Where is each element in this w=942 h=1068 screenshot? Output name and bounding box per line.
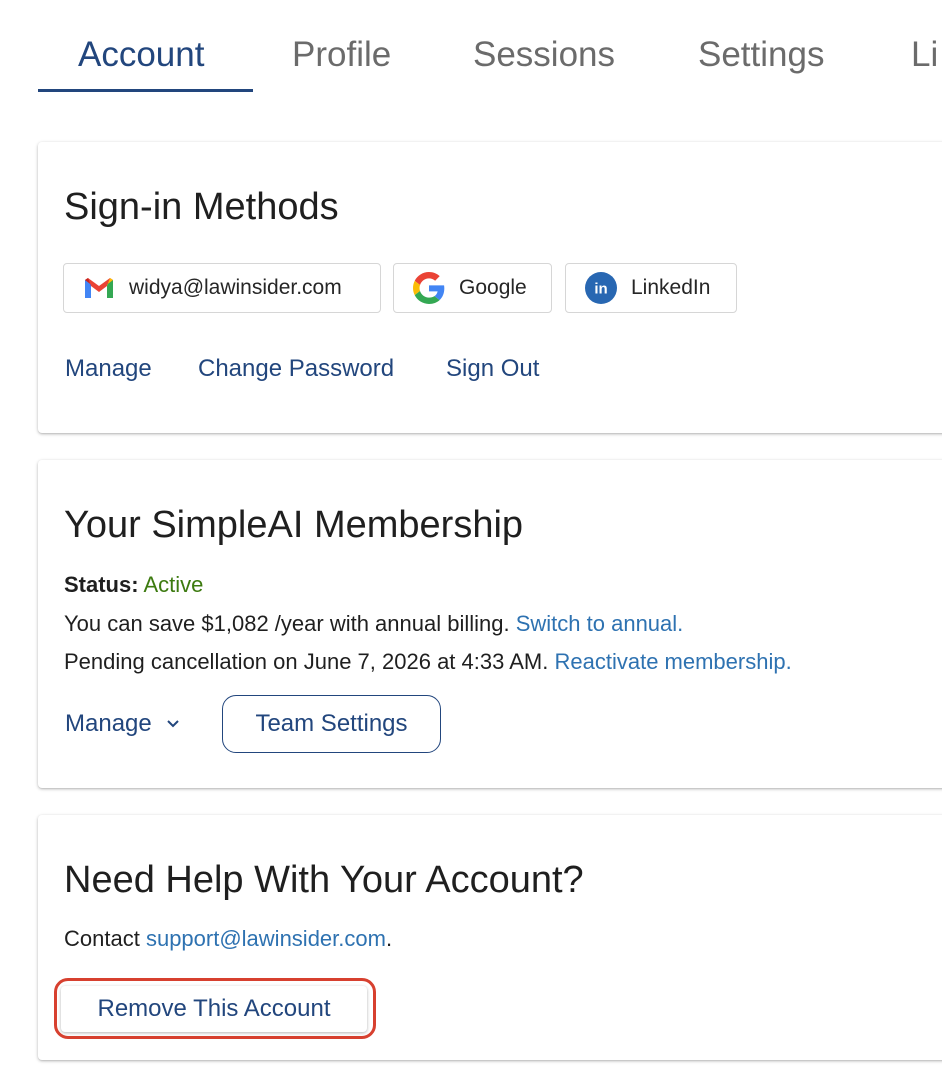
linkedin-icon: in — [584, 271, 618, 305]
change-password-link[interactable]: Change Password — [198, 354, 394, 384]
linkedin-method-label: LinkedIn — [631, 276, 711, 299]
remove-account-button[interactable]: Remove This Account — [61, 986, 367, 1032]
gmail-method-chip[interactable]: widya@lawinsider.com — [63, 263, 381, 313]
membership-card: Your SimpleAI Membership Status: Active … — [38, 460, 942, 788]
gmail-method-label: widya@lawinsider.com — [129, 276, 342, 299]
sign-out-link[interactable]: Sign Out — [446, 354, 539, 384]
status-badge: Active — [143, 572, 204, 597]
manage-membership-dropdown[interactable]: Manage — [65, 709, 180, 739]
pending-cancellation-text: Pending cancellation on June 7, 2026 at … — [64, 649, 549, 674]
google-method-chip[interactable]: Google — [393, 263, 552, 313]
tab-profile[interactable]: Profile — [292, 32, 391, 78]
sign-in-methods-card: Sign-in Methods widya@lawinsider.com Goo… — [38, 142, 942, 433]
gmail-icon — [82, 271, 116, 305]
status-label: Status: — [64, 572, 139, 597]
account-help-title: Need Help With Your Account? — [64, 859, 584, 901]
manage-membership-label: Manage — [65, 710, 152, 737]
reactivate-membership-link[interactable]: Reactivate membership. — [554, 649, 791, 674]
contact-suffix: . — [385, 926, 393, 951]
tab-li[interactable]: Li — [911, 32, 938, 78]
contact-prefix: Contact — [64, 926, 140, 951]
annual-savings-line: You can save $1,082 /year with annual bi… — [64, 610, 683, 638]
chevron-down-icon — [166, 719, 180, 729]
tab-sessions[interactable]: Sessions — [473, 32, 615, 78]
team-settings-button[interactable]: Team Settings — [222, 695, 441, 753]
contact-line: Contact support@lawinsider.com. — [64, 925, 392, 953]
switch-to-annual-link[interactable]: Switch to annual. — [516, 611, 684, 636]
tab-settings[interactable]: Settings — [698, 32, 824, 78]
manage-sign-in-link[interactable]: Manage — [65, 354, 152, 384]
tab-bar: Account Profile Sessions Settings Li — [0, 0, 942, 96]
active-tab-indicator — [38, 89, 253, 92]
tab-account[interactable]: Account — [78, 32, 204, 78]
annual-savings-text: You can save $1,082 /year with annual bi… — [64, 611, 510, 636]
membership-title: Your SimpleAI Membership — [64, 504, 524, 546]
linkedin-method-chip[interactable]: in LinkedIn — [565, 263, 737, 313]
membership-status: Status: Active — [64, 571, 203, 599]
pending-cancellation-line: Pending cancellation on June 7, 2026 at … — [64, 648, 792, 676]
support-email-link[interactable]: support@lawinsider.com — [146, 926, 386, 951]
sign-in-methods-title: Sign-in Methods — [64, 186, 339, 228]
svg-text:in: in — [594, 281, 607, 298]
google-icon — [412, 271, 446, 305]
google-method-label: Google — [459, 276, 527, 299]
account-help-card: Need Help With Your Account? Contact sup… — [38, 815, 942, 1060]
